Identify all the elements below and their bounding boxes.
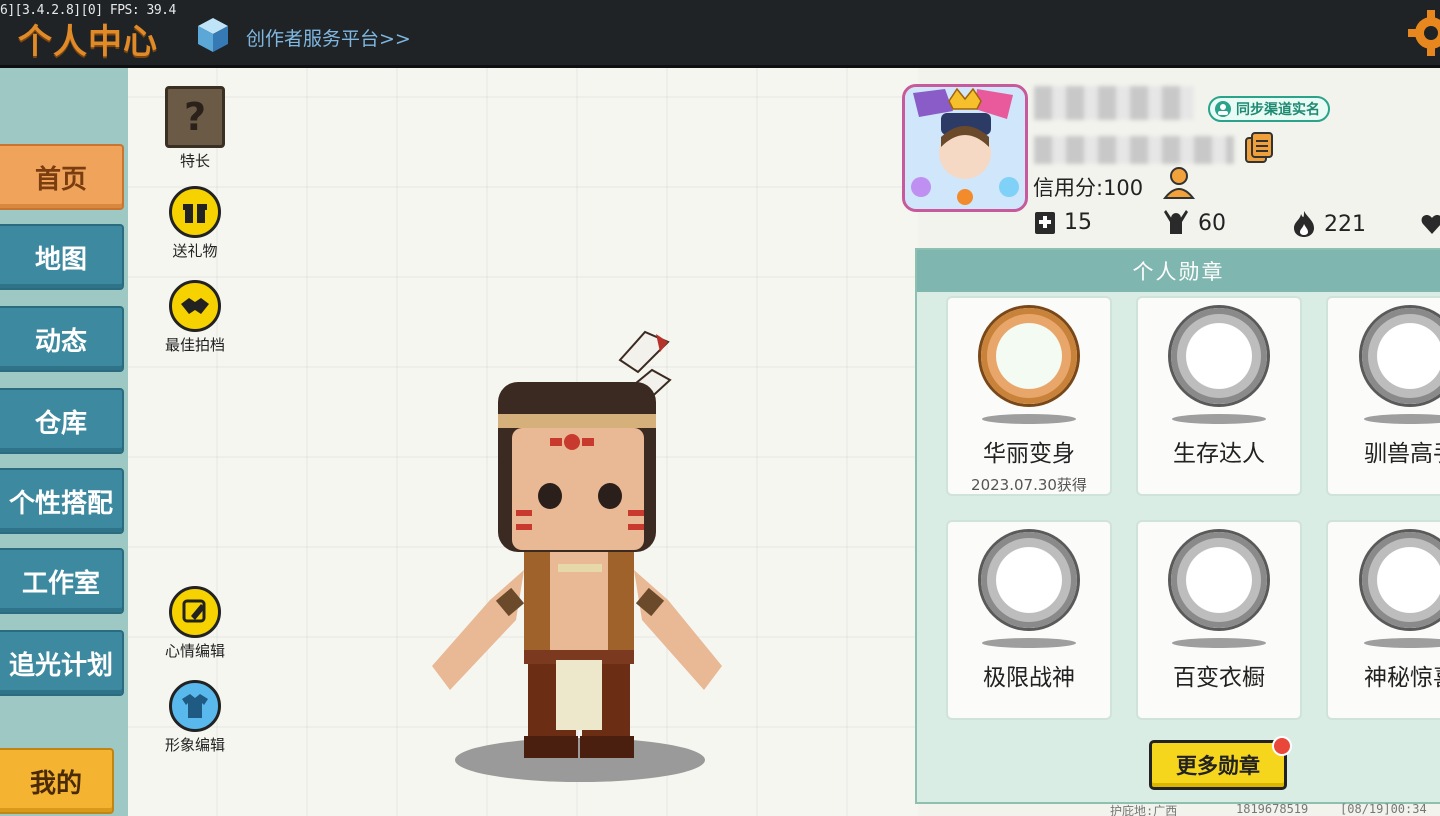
talent-action[interactable]: ? 特长	[150, 86, 240, 171]
heart-icon[interactable]	[1420, 212, 1440, 236]
credit-score: 信用分:100	[1033, 176, 1144, 200]
nav-studio[interactable]: 工作室	[0, 548, 124, 614]
top-bar: 6][3.4.2.8][0] FPS: 39.4 个人中心 创作者服务平台>>	[0, 0, 1440, 68]
person-icon[interactable]	[1162, 166, 1196, 200]
gift-action[interactable]: 送礼物	[150, 186, 240, 261]
dinosaur-medal-icon	[981, 308, 1077, 404]
badge-name: 神秘惊喜	[1364, 665, 1440, 691]
creator-platform-link[interactable]: 创作者服务平台>>	[246, 24, 411, 51]
notification-dot	[1272, 736, 1292, 756]
badge-date: 2023.07.30获得	[971, 476, 1087, 494]
tamer-medal-icon	[1362, 308, 1440, 404]
medal-shadow	[1364, 414, 1440, 424]
gift-icon	[169, 186, 221, 238]
player-character[interactable]	[420, 320, 740, 790]
footer-time: [08/19]00:34	[1340, 802, 1427, 816]
shirt-icon	[169, 680, 221, 732]
creator-cube-icon[interactable]	[196, 16, 230, 54]
boss-medal-icon	[981, 532, 1077, 628]
medal-shadow	[1172, 414, 1266, 424]
partner-label: 最佳拍档	[164, 336, 225, 354]
flame-icon	[1294, 211, 1314, 237]
stat-popularity: 221	[1292, 210, 1366, 238]
nav-mine[interactable]: 我的	[0, 748, 114, 814]
badge-name: 驯兽高手	[1364, 441, 1440, 467]
medal-shadow	[982, 638, 1076, 648]
footer-id: 1819678519	[1236, 802, 1309, 816]
stat-posts-value: 15	[1064, 210, 1092, 235]
stat-posts: 15	[1034, 210, 1092, 235]
gift-label: 送礼物	[172, 242, 218, 260]
wardrobe-medal-icon	[1171, 532, 1267, 628]
appearance-label: 形象编辑	[164, 736, 225, 754]
badge-name: 极限战神	[983, 665, 1075, 691]
side-nav: 首页 地图 动态 仓库 个性搭配 工作室 追光计划 我的	[0, 68, 128, 816]
bookmark-plus-icon	[1035, 211, 1055, 234]
badge-card-1[interactable]: 华丽变身 2023.07.30获得	[946, 296, 1112, 496]
stat-fans: 60	[1162, 210, 1226, 236]
nav-feed[interactable]: 动态	[0, 306, 124, 372]
badge-name: 华丽变身	[983, 441, 1075, 467]
mood-action[interactable]: 心情编辑	[150, 586, 240, 661]
nav-chase-light[interactable]: 追光计划	[0, 630, 124, 696]
player-name-blurred	[1034, 86, 1194, 120]
copy-icon[interactable]	[1244, 132, 1274, 164]
user-sync-icon	[1215, 101, 1231, 117]
stat-fans-value: 60	[1198, 210, 1226, 236]
medal-shadow	[1172, 638, 1266, 648]
more-badges-button[interactable]: 更多勋章	[1149, 740, 1287, 790]
talent-label: 特长	[179, 152, 210, 170]
cheer-person-icon	[1164, 210, 1188, 234]
badge-card-4[interactable]: 极限战神	[946, 520, 1112, 720]
medal-shadow	[982, 414, 1076, 424]
badge-card-2[interactable]: 生存达人	[1136, 296, 1302, 496]
gear-icon[interactable]	[1408, 10, 1440, 56]
medal-shadow	[1364, 638, 1440, 648]
nav-home[interactable]: 首页	[0, 144, 124, 210]
sync-realname-badge[interactable]: 同步渠道实名	[1208, 96, 1330, 122]
badge-card-6[interactable]: 神秘惊喜	[1326, 520, 1440, 720]
campfire-medal-icon	[1171, 308, 1267, 404]
nav-outfit[interactable]: 个性搭配	[0, 468, 124, 534]
gift-box-medal-icon	[1362, 532, 1440, 628]
badge-panel-title: 个人勋章	[917, 250, 1440, 292]
badge-name: 生存达人	[1173, 441, 1265, 467]
badge-name: 百变衣橱	[1173, 665, 1265, 691]
sync-badge-label: 同步渠道实名	[1236, 102, 1320, 118]
handshake-icon	[169, 280, 221, 332]
stat-popularity-value: 221	[1324, 211, 1366, 237]
question-box-icon: ?	[165, 86, 225, 148]
nav-map[interactable]: 地图	[0, 224, 124, 290]
edit-pencil-icon	[169, 586, 221, 638]
mood-label: 心情编辑	[164, 642, 225, 660]
appearance-action[interactable]: 形象编辑	[150, 680, 240, 755]
nav-warehouse[interactable]: 仓库	[0, 388, 124, 454]
badge-card-3[interactable]: 驯兽高手	[1326, 296, 1440, 496]
player-id-blurred	[1034, 136, 1234, 164]
partner-action[interactable]: 最佳拍档	[150, 280, 240, 355]
avatar[interactable]	[902, 84, 1028, 212]
footer-location: 护庇地:广西	[1110, 804, 1178, 816]
page-title: 个人中心	[18, 22, 158, 62]
badge-card-5[interactable]: 百变衣橱	[1136, 520, 1302, 720]
